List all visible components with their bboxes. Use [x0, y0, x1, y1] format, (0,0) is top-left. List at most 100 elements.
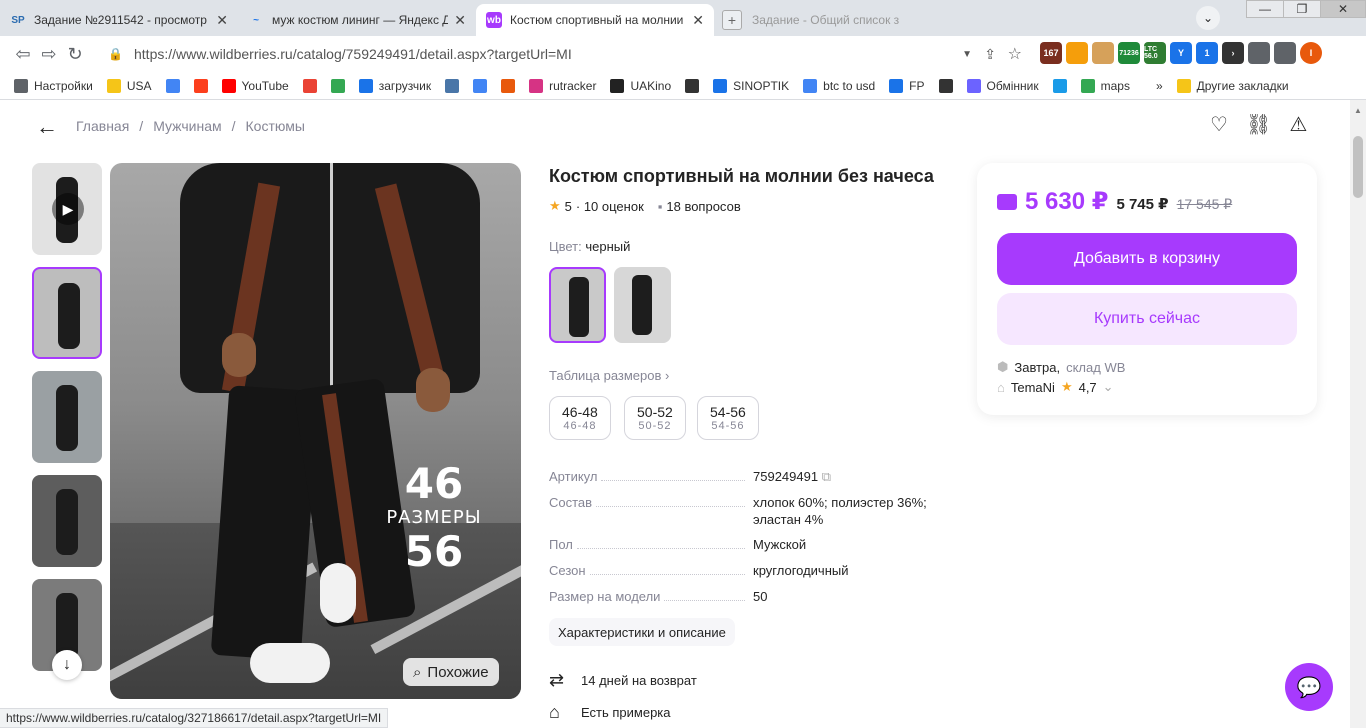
buy-now-button[interactable]: Купить сейчас: [997, 293, 1297, 345]
questions-count[interactable]: 18 вопросов: [666, 199, 740, 214]
close-window-button[interactable]: ✕: [1320, 0, 1366, 18]
restore-button[interactable]: ❐: [1283, 0, 1321, 18]
bookmark-item[interactable]: FP: [889, 78, 925, 93]
bookmark-item[interactable]: Настройки: [14, 78, 93, 93]
chat-button[interactable]: 💬: [1285, 663, 1333, 711]
extension-icon[interactable]: Y: [1170, 42, 1192, 64]
bookmark-label: maps: [1100, 78, 1130, 93]
tab-wildberries[interactable]: wb Костюм спортивный на молнии б ✕: [476, 4, 714, 36]
bookmark-item[interactable]: SINOPTIK: [713, 78, 789, 93]
extension-icon[interactable]: [1274, 42, 1296, 64]
spec-row: Сезон круглогодичный: [549, 562, 949, 579]
close-icon[interactable]: ✕: [216, 12, 228, 29]
back-button[interactable]: ⇦: [10, 41, 36, 67]
extension-icon[interactable]: 71236: [1118, 42, 1140, 64]
bookmark-item[interactable]: USA: [106, 78, 152, 93]
extension-icon[interactable]: 1: [1196, 42, 1218, 64]
wallet-icon: [997, 193, 1017, 210]
link-icon: [358, 78, 373, 93]
extension-icon[interactable]: [1066, 42, 1088, 64]
page-scrollbar[interactable]: ▲: [1350, 100, 1366, 728]
tab-task[interactable]: SP Задание №2911542 - просмотр з ✕: [0, 4, 238, 36]
breadcrumb-suits[interactable]: Костюмы: [246, 118, 305, 134]
tab-search-button[interactable]: ⌄: [1196, 6, 1220, 30]
bookmark-item[interactable]: [938, 78, 953, 93]
size-option[interactable]: 46-48 46-48: [549, 396, 611, 440]
size-ru: 54-56: [710, 404, 746, 420]
seller-info[interactable]: ⌂ TemaNi ★ 4,7 ⌄: [997, 379, 1114, 395]
bookmark-item[interactable]: [473, 78, 488, 93]
extension-icon[interactable]: [1092, 42, 1114, 64]
heart-icon[interactable]: ♡: [1210, 112, 1228, 137]
spec-row: Артикул 759249491 ⧉: [549, 468, 949, 485]
address-bar[interactable]: 🔒 https://www.wildberries.ru/catalog/759…: [100, 40, 1028, 68]
page-actions: ♡ ⛓ ⚠: [1210, 112, 1307, 137]
extension-icon[interactable]: I: [1300, 42, 1322, 64]
copy-icon[interactable]: ⧉: [822, 469, 831, 484]
bookmarks-more-button[interactable]: »: [1156, 79, 1163, 93]
tab-title: Задание №2911542 - просмотр з: [34, 13, 211, 27]
extension-icon[interactable]: LTC 56.0: [1144, 42, 1166, 64]
spec-row: Размер на модели 50: [549, 588, 949, 605]
product-thumbnail-figure: [58, 283, 80, 349]
size-option[interactable]: 50-52 50-52: [624, 396, 686, 440]
extension-icon[interactable]: ›: [1222, 42, 1244, 64]
extension-icon[interactable]: 167: [1040, 42, 1062, 64]
thumbnail-video[interactable]: ▶: [32, 163, 102, 255]
tab-yandex[interactable]: ~ муж костюм лининг — Яндекс Де ✕: [238, 4, 476, 36]
report-icon[interactable]: ⚠: [1289, 112, 1307, 137]
bookmark-star-icon[interactable]: ☆: [1008, 44, 1022, 64]
color-swatch-black[interactable]: [549, 267, 606, 343]
bookmark-item[interactable]: [685, 78, 700, 93]
extension-icon[interactable]: [1248, 42, 1270, 64]
close-icon[interactable]: ✕: [692, 12, 704, 29]
bookmark-item[interactable]: Обмінник: [966, 78, 1039, 93]
chat-icon: 💬: [1296, 676, 1322, 699]
reload-icon: ↻: [67, 43, 83, 64]
size-option[interactable]: 54-56 54-56: [697, 396, 759, 440]
thumbnail-image[interactable]: [32, 371, 102, 463]
close-icon[interactable]: ✕: [454, 12, 466, 29]
new-tab-button[interactable]: +: [722, 10, 742, 30]
bookmark-item[interactable]: maps: [1080, 78, 1130, 93]
thumbnail-image[interactable]: [32, 475, 102, 567]
minimize-button[interactable]: —: [1246, 0, 1284, 18]
scroll-thumbnails-down-button[interactable]: ↓: [52, 650, 82, 680]
play-icon: ▶: [52, 193, 84, 225]
scrollbar-thumb[interactable]: [1353, 136, 1363, 198]
folder-icon: [106, 78, 121, 93]
bc-icon: [938, 78, 953, 93]
bookmark-item[interactable]: YouTube: [221, 78, 289, 93]
add-to-cart-button[interactable]: Добавить в корзину: [997, 233, 1297, 285]
forward-button[interactable]: ⇨: [36, 41, 62, 67]
color-swatch-alt[interactable]: [614, 267, 671, 343]
reload-button[interactable]: ↻: [62, 41, 88, 67]
image-size-bottom: 56: [404, 527, 464, 576]
bookmark-item[interactable]: [501, 78, 516, 93]
bookmark-item[interactable]: [165, 78, 180, 93]
bookmark-item[interactable]: [330, 78, 345, 93]
bookmark-item[interactable]: btc to usd: [803, 78, 875, 93]
link-icon[interactable]: ⛓: [1246, 112, 1271, 137]
share-icon[interactable]: ⇪: [984, 46, 996, 63]
bookmark-item[interactable]: [1052, 78, 1067, 93]
back-arrow-icon[interactable]: ←: [36, 114, 58, 140]
bookmark-item[interactable]: [302, 78, 317, 93]
dropdown-icon[interactable]: ▼: [962, 49, 972, 60]
bookmark-item[interactable]: UAKino: [610, 78, 671, 93]
similar-button[interactable]: ⌕ Похожие: [403, 658, 499, 686]
bookmark-item[interactable]: rutracker: [529, 78, 596, 93]
characteristics-button[interactable]: Характеристики и описание: [549, 618, 735, 646]
bookmark-item[interactable]: [193, 78, 208, 93]
uakino-icon: [610, 78, 625, 93]
breadcrumb-men[interactable]: Мужчинам: [153, 118, 221, 134]
breadcrumb-home[interactable]: Главная: [76, 118, 129, 134]
product-main-image[interactable]: 46 РАЗМЕРЫ 56 ⌕ Похожие: [110, 163, 521, 699]
size-table-link[interactable]: Таблица размеров ›: [549, 368, 669, 383]
reviews-count[interactable]: · 10 оценок: [576, 199, 644, 214]
bookmark-item[interactable]: [445, 78, 460, 93]
bookmark-item[interactable]: загрузчик: [358, 78, 431, 93]
other-bookmarks[interactable]: Другие закладки: [1176, 78, 1289, 93]
thumbnail-image[interactable]: [32, 267, 102, 359]
tab-ghost[interactable]: Задание - Общий список з: [742, 4, 982, 36]
